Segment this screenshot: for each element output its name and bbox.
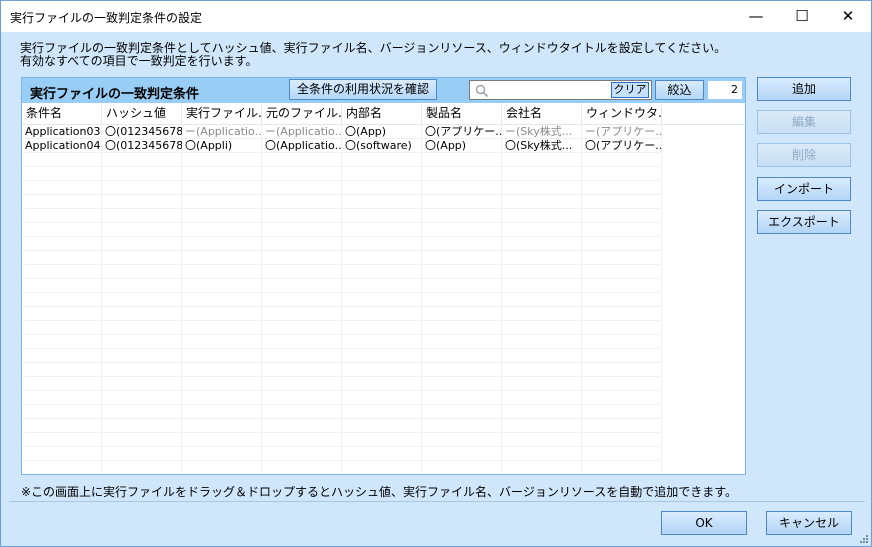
column-header-original-name[interactable]: 元のファイル... <box>262 103 342 124</box>
grid-line <box>22 180 662 181</box>
description: 実行ファイルの一致判定条件としてハッシュ値、実行ファイル名、バージョンリソース、… <box>20 42 726 68</box>
panel-header: 実行ファイルの一致判定条件 全条件の利用状況を確認 クリア 絞込 2 <box>22 78 745 103</box>
resize-grip-icon[interactable] <box>860 535 868 543</box>
cancel-button[interactable]: キャンセル <box>766 511 852 535</box>
add-button[interactable]: 追加 <box>757 77 851 101</box>
cell-hash: 〇(012345678... <box>105 139 182 152</box>
ok-button[interactable]: OK <box>661 511 747 535</box>
edit-button[interactable]: 編集 <box>757 110 851 134</box>
table-row[interactable]: Application03 〇(012345678... ー(Applicati… <box>22 125 745 139</box>
minimize-button[interactable]: — <box>733 1 779 32</box>
cell-condition-name: Application03 <box>25 125 101 138</box>
cell-product-name: 〇(App) <box>425 139 467 152</box>
grid-line <box>22 418 662 419</box>
panel-title: 実行ファイルの一致判定条件 <box>30 87 200 102</box>
grid-line <box>341 124 342 474</box>
grid-line <box>22 222 662 223</box>
close-button[interactable]: ✕ <box>825 1 871 32</box>
grid-line <box>22 376 662 377</box>
grid-line <box>22 334 662 335</box>
cell-exe-name: ー(Applicatio... <box>185 125 262 138</box>
grid-line <box>22 208 662 209</box>
clear-button[interactable]: クリア <box>611 82 649 98</box>
cell-original-name: 〇(Applicatio... <box>265 139 342 152</box>
window-title: 実行ファイルの一致判定条件の設定 <box>10 11 203 25</box>
cell-internal-name: 〇(software) <box>345 139 412 152</box>
grid-line <box>22 306 662 307</box>
grid-line <box>501 124 502 474</box>
search-icon <box>475 84 489 98</box>
grid-line <box>22 278 662 279</box>
grid-line <box>22 292 662 293</box>
column-header-hash[interactable]: ハッシュ値 <box>102 103 182 124</box>
cell-company: 〇(Sky株式... <box>505 139 573 152</box>
grid-line <box>22 432 662 433</box>
grid-line <box>661 124 662 474</box>
title-bar: 実行ファイルの一致判定条件の設定 — ☐ ✕ <box>1 1 871 32</box>
dialog-window: 実行ファイルの一致判定条件の設定 — ☐ ✕ 実行ファイルの一致判定条件としてハ… <box>0 0 872 547</box>
description-line-2: 有効なすべての項目で一致判定を行います。 <box>20 54 258 68</box>
column-header-condition-name[interactable]: 条件名 <box>22 103 102 124</box>
column-header-internal-name[interactable]: 内部名 <box>342 103 422 124</box>
grid-line <box>101 124 102 474</box>
table-row[interactable]: Application04 〇(012345678... 〇(Appli) 〇(… <box>22 139 745 153</box>
cell-hash: 〇(012345678... <box>105 125 182 138</box>
grid-line <box>22 348 662 349</box>
grid-line <box>581 124 582 474</box>
grid-line <box>22 404 662 405</box>
usage-status-button[interactable]: 全条件の利用状況を確認 <box>289 79 437 100</box>
grid-line <box>22 390 662 391</box>
conditions-table[interactable]: 条件名 ハッシュ値 実行ファイル... 元のファイル... 内部名 製品名 会社… <box>22 103 745 474</box>
export-button[interactable]: エクスポート <box>757 210 851 234</box>
delete-button[interactable]: 削除 <box>757 143 851 167</box>
grid-line <box>261 124 262 474</box>
result-count: 2 <box>708 81 742 99</box>
grid-line <box>22 236 662 237</box>
column-header-product-name[interactable]: 製品名 <box>422 103 502 124</box>
grid-line <box>22 250 662 251</box>
cell-window-title: 〇(アプリケー... <box>585 139 662 152</box>
import-button[interactable]: インポート <box>757 177 851 201</box>
search-input[interactable]: クリア <box>469 80 652 100</box>
cell-window-title: ー(アプリケー... <box>585 125 662 138</box>
drag-drop-note: ※この画面上に実行ファイルをドラッグ＆ドロップするとハッシュ値、実行ファイル名、… <box>21 485 738 499</box>
grid-line <box>181 124 182 474</box>
cell-original-name: ー(Applicatio... <box>265 125 342 138</box>
filter-button[interactable]: 絞込 <box>655 80 704 100</box>
column-header-window-title[interactable]: ウィンドウタ... <box>582 103 662 124</box>
cell-condition-name: Application04 <box>25 139 101 152</box>
grid-line <box>22 362 662 363</box>
cell-company: ー(Sky株式... <box>505 125 573 138</box>
grid-line <box>22 264 662 265</box>
dialog-body: 実行ファイルの一致判定条件としてハッシュ値、実行ファイル名、バージョンリソース、… <box>1 32 871 546</box>
cell-internal-name: 〇(App) <box>345 125 387 138</box>
divider <box>9 501 865 502</box>
conditions-panel: 実行ファイルの一致判定条件 全条件の利用状況を確認 クリア 絞込 2 条件名 ハ… <box>21 77 746 475</box>
table-header: 条件名 ハッシュ値 実行ファイル... 元のファイル... 内部名 製品名 会社… <box>22 103 745 125</box>
grid-line <box>22 166 662 167</box>
column-header-exe-name[interactable]: 実行ファイル... <box>182 103 262 124</box>
maximize-button[interactable]: ☐ <box>779 1 825 32</box>
column-header-company[interactable]: 会社名 <box>502 103 582 124</box>
grid-line <box>22 460 662 461</box>
grid-line <box>22 320 662 321</box>
grid-line <box>421 124 422 474</box>
cell-product-name: 〇(アプリケー... <box>425 125 502 138</box>
grid-line <box>22 446 662 447</box>
grid-line <box>22 194 662 195</box>
cell-exe-name: 〇(Appli) <box>185 139 233 152</box>
